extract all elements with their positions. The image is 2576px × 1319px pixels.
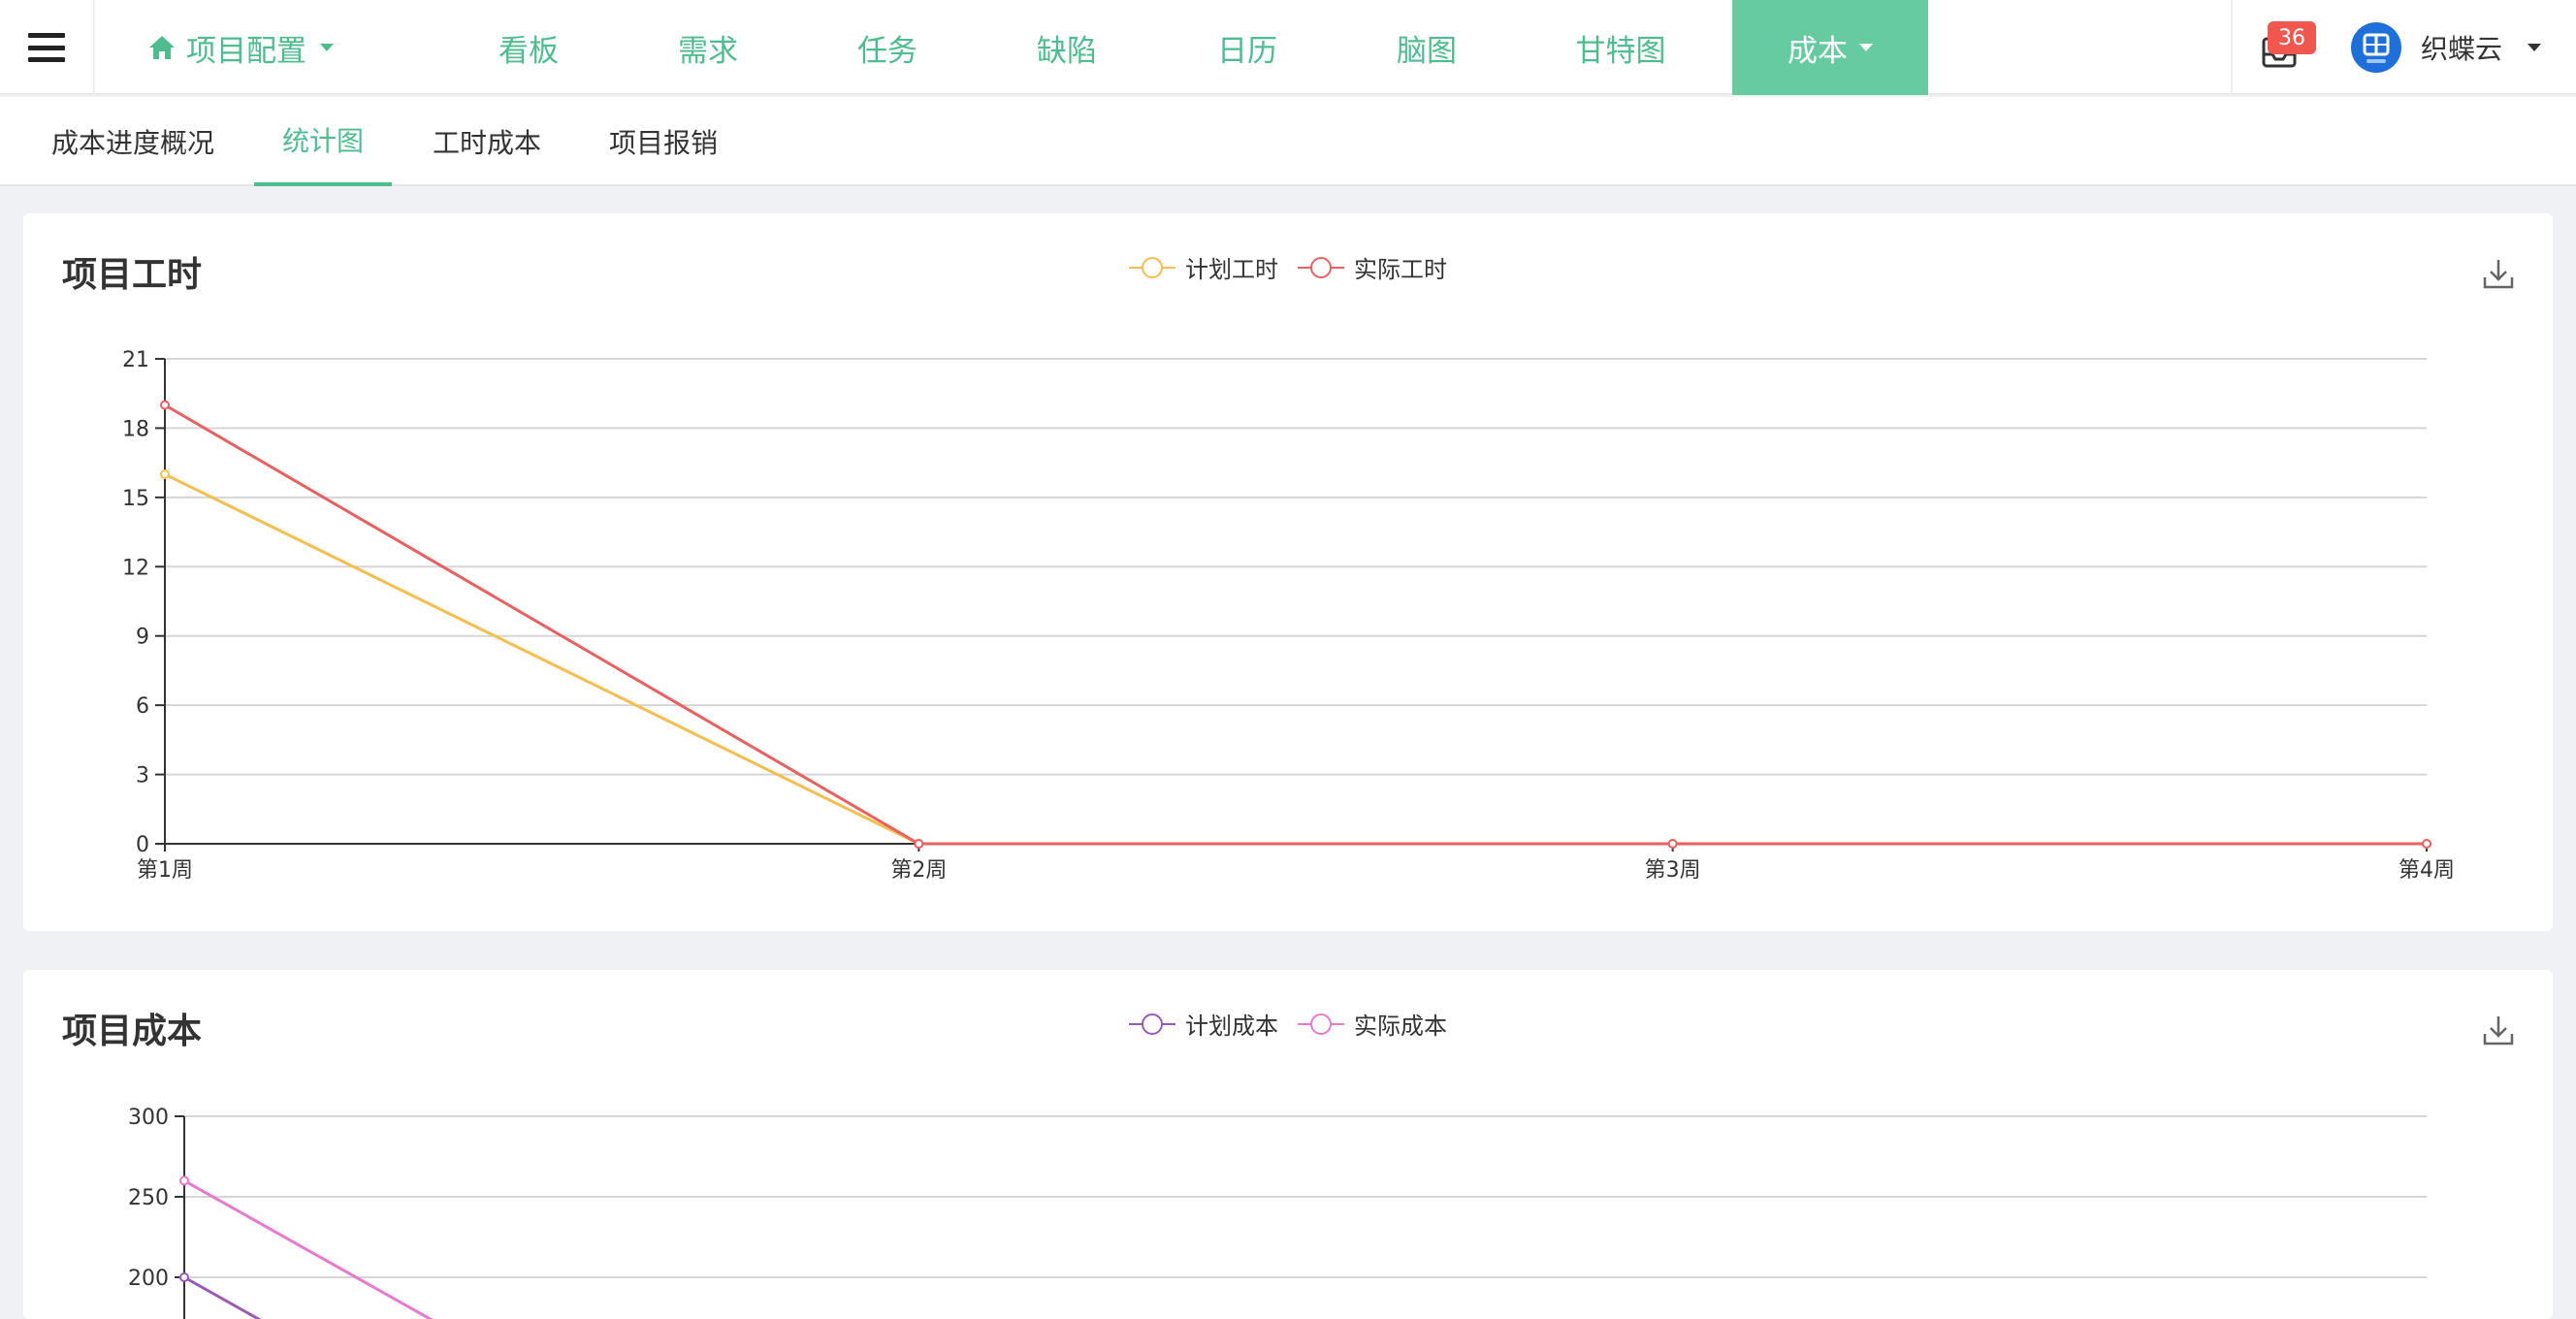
series-line: [183, 1179, 434, 1319]
data-point: [2422, 839, 2431, 849]
home-icon: [149, 36, 175, 59]
nav-kanban[interactable]: 看板: [485, 0, 572, 95]
nav-cost[interactable]: 成本: [1732, 0, 1928, 95]
y-tick-label: 6: [136, 694, 149, 719]
hours-line-chart: 0 3 6 9 12 15 18 21 第1周 第2周 第3周 第4周: [122, 348, 2455, 883]
nav-mindmap[interactable]: 脑图: [1383, 0, 1470, 95]
chevron-down-icon: [2528, 44, 2542, 51]
legend-item-planned-hours[interactable]: 计划工时: [1129, 250, 1278, 284]
messages-button[interactable]: 36: [2260, 21, 2337, 76]
tab-cost-overview[interactable]: 成本进度概况: [33, 97, 233, 186]
y-tick-label: 12: [122, 556, 149, 580]
nav-gantt[interactable]: 甘特图: [1562, 0, 1679, 95]
chevron-down-icon: [320, 44, 334, 51]
nav-defects[interactable]: 缺陷: [1023, 0, 1111, 95]
series-line: [164, 472, 2427, 846]
navbar-divider: [2231, 0, 2233, 95]
data-point: [179, 1175, 189, 1186]
legend-item-planned-cost[interactable]: 计划成本: [1129, 1007, 1278, 1041]
nav-tasks[interactable]: 任务: [844, 0, 931, 95]
download-icon[interactable]: [2481, 256, 2516, 291]
user-menu[interactable]: 织蝶云: [2351, 0, 2542, 95]
data-point: [1667, 839, 1678, 849]
legend-marker-icon: [1129, 256, 1175, 278]
project-config-dropdown[interactable]: 项目配置: [147, 0, 334, 95]
data-point: [160, 469, 170, 480]
y-tick-label: 21: [122, 348, 149, 372]
chevron-down-icon: [1859, 44, 1873, 51]
y-tick-label: 9: [136, 626, 149, 650]
legend-item-actual-hours[interactable]: 实际工时: [1298, 250, 1447, 284]
series-line: [183, 1275, 262, 1319]
nav-calendar[interactable]: 日历: [1204, 0, 1291, 95]
hours-chart-card: 项目工时 计划工时 实际工时 0 3 6 9 12 15 18 21 第1周 第2周 第3周 第4周: [23, 213, 2553, 931]
y-tick-label: 250: [128, 1186, 169, 1210]
chart-legend: 计划成本 实际成本: [1129, 1007, 1466, 1041]
chart-title: 项目成本: [62, 1012, 203, 1051]
message-count-badge: 36: [2268, 21, 2316, 54]
menu-toggle-button[interactable]: [0, 0, 95, 95]
tab-reimbursement[interactable]: 项目报销: [596, 97, 731, 186]
legend-item-actual-cost[interactable]: 实际成本: [1298, 1007, 1447, 1041]
x-tick-label: 第2周: [890, 858, 947, 883]
data-point: [2422, 839, 2431, 849]
cost-subtabs: 成本进度概况 统计图 工时成本 项目报销: [0, 97, 2576, 186]
tab-hours-cost[interactable]: 工时成本: [419, 97, 555, 186]
legend-marker-icon: [1298, 256, 1344, 278]
x-tick-label: 第3周: [1645, 858, 1701, 883]
nav-requirements[interactable]: 需求: [664, 0, 752, 95]
data-point: [914, 839, 924, 849]
legend-marker-icon: [1129, 1013, 1175, 1035]
data-point: [914, 839, 924, 849]
y-tick-label: 0: [136, 833, 149, 857]
avatar: [2351, 22, 2401, 73]
user-name: 织蝶云: [2421, 33, 2503, 65]
x-tick-label: 第1周: [137, 858, 193, 883]
project-config-label: 项目配置: [186, 33, 306, 69]
y-tick-label: 200: [128, 1267, 169, 1291]
data-point: [160, 400, 170, 410]
x-tick-label: 第4周: [2399, 858, 2455, 883]
y-tick-label: 15: [122, 487, 149, 511]
y-tick-label: 300: [128, 1106, 169, 1130]
data-point: [179, 1272, 189, 1282]
tab-statistics[interactable]: 统计图: [254, 97, 392, 186]
top-navbar: 项目配置 看板 需求 任务 缺陷 日历 脑图 甘特图 成本 36 织蝶云: [0, 0, 2576, 95]
series-line: [164, 403, 2427, 846]
data-point: [1667, 839, 1678, 849]
legend-marker-icon: [1298, 1013, 1344, 1035]
chart-legend: 计划工时 实际工时: [1129, 250, 1466, 284]
chart-title: 项目工时: [62, 255, 203, 295]
y-tick-label: 3: [136, 764, 149, 788]
cost-chart-card: 项目成本 计划成本 实际成本 200 250 300: [23, 970, 2553, 1319]
y-tick-label: 18: [122, 417, 149, 441]
hamburger-icon: [28, 33, 65, 62]
download-icon[interactable]: [2481, 1013, 2516, 1047]
